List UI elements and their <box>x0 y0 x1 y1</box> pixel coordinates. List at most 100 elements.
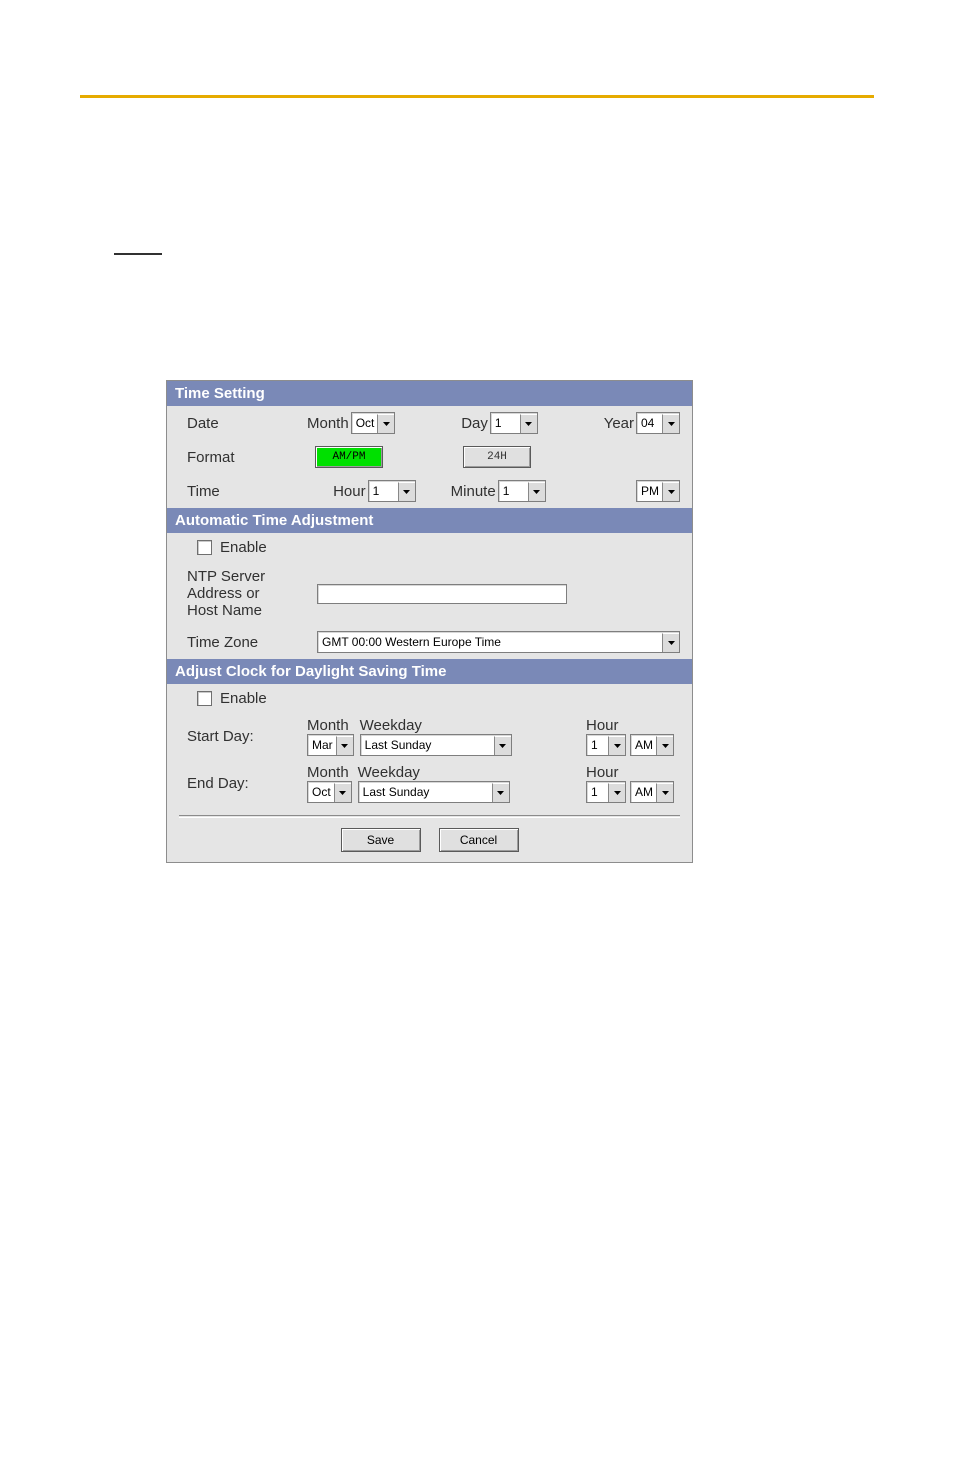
hour-label: Hour <box>333 483 366 500</box>
ntp-row: NTP Server Address or Host Name <box>167 562 692 625</box>
format-row: Format AM/PM 24H <box>167 440 692 474</box>
dst-hour-label: Hour <box>586 717 619 734</box>
ampm-select[interactable]: PM <box>636 480 680 502</box>
day-label: Day <box>461 415 488 432</box>
page: Time Setting Date Month Oct Day 1 Year 0… <box>0 0 954 1475</box>
date-label: Date <box>187 415 307 432</box>
dst-enable-checkbox[interactable] <box>197 691 212 706</box>
chevron-down-icon <box>336 736 353 755</box>
chevron-down-icon <box>494 736 511 755</box>
ntp-label: NTP Server Address or Host Name <box>187 568 317 619</box>
auto-enable-label: Enable <box>220 539 267 556</box>
dst-end-month-select[interactable]: Oct <box>307 781 352 803</box>
cancel-button[interactable]: Cancel <box>439 828 519 852</box>
format-controls: AM/PM 24H <box>307 446 692 468</box>
chevron-down-icon <box>377 414 394 433</box>
date-controls: Month Oct Day 1 Year 04 <box>307 412 692 434</box>
chevron-down-icon <box>608 736 625 755</box>
date-row: Date Month Oct Day 1 Year 04 <box>167 406 692 440</box>
dst-enable-row: Enable <box>167 684 692 713</box>
chevron-down-icon <box>492 783 509 802</box>
small-underline <box>114 253 162 255</box>
auto-enable-row: Enable <box>167 533 692 562</box>
dst-enable-label: Enable <box>220 690 267 707</box>
dst-start-weekday-group: Weekday Last Sunday <box>360 717 580 756</box>
dst-end-ampm-select[interactable]: AM <box>630 781 674 803</box>
save-button[interactable]: Save <box>341 828 421 852</box>
format-24h-button[interactable]: 24H <box>463 446 531 468</box>
timezone-label: Time Zone <box>187 634 317 651</box>
dst-start-ampm-value: AM <box>631 738 656 752</box>
chevron-down-icon <box>608 783 625 802</box>
month-label: Month <box>307 415 349 432</box>
dst-end-hour-value: 1 <box>587 785 608 799</box>
timezone-select[interactable]: GMT 00:00 Western Europe Time <box>317 631 680 653</box>
dst-start-weekday-value: Last Sunday <box>361 738 494 752</box>
dst-month-label: Month <box>307 717 349 734</box>
auto-adjust-header: Automatic Time Adjustment <box>167 508 692 533</box>
day-select[interactable]: 1 <box>490 412 538 434</box>
minute-value: 1 <box>499 484 528 498</box>
ntp-server-input[interactable] <box>317 584 567 604</box>
dst-start-ampm-select[interactable]: AM <box>630 734 674 756</box>
dst-start-month-group: Month Mar <box>307 717 354 756</box>
hour-select[interactable]: 1 <box>368 480 416 502</box>
chevron-down-icon <box>662 633 679 652</box>
dst-header: Adjust Clock for Daylight Saving Time <box>167 659 692 684</box>
dst-end-label: End Day: <box>187 775 307 792</box>
timezone-controls: GMT 00:00 Western Europe Time <box>317 631 692 653</box>
hour-value: 1 <box>369 484 398 498</box>
chevron-down-icon <box>662 414 679 433</box>
time-setting-header: Time Setting <box>167 381 692 406</box>
chevron-down-icon <box>398 482 415 501</box>
dst-end-month-group: Month Oct <box>307 764 352 803</box>
time-row: Time Hour 1 Minute 1 PM <box>167 474 692 508</box>
dst-start-weekday-select[interactable]: Last Sunday <box>360 734 512 756</box>
chevron-down-icon <box>520 414 537 433</box>
dst-end-weekday-value: Last Sunday <box>359 785 492 799</box>
dst-month-label: Month <box>307 764 349 781</box>
minute-label: Minute <box>451 483 496 500</box>
button-row: Save Cancel <box>167 818 692 862</box>
dst-end-month-value: Oct <box>308 785 334 799</box>
dst-end-row: End Day: Month Oct Weekday Last Sunday H… <box>167 760 692 807</box>
dst-start-hour-value: 1 <box>587 738 608 752</box>
chevron-down-icon <box>656 783 673 802</box>
auto-enable-checkbox[interactable] <box>197 540 212 555</box>
chevron-down-icon <box>656 736 673 755</box>
dst-end-weekday-select[interactable]: Last Sunday <box>358 781 510 803</box>
dst-start-label: Start Day: <box>187 728 307 745</box>
dst-start-month-value: Mar <box>308 738 336 752</box>
year-select[interactable]: 04 <box>636 412 680 434</box>
timezone-row: Time Zone GMT 00:00 Western Europe Time <box>167 625 692 659</box>
format-label: Format <box>187 449 307 466</box>
top-divider <box>80 95 874 98</box>
chevron-down-icon <box>528 482 545 501</box>
time-controls: Hour 1 Minute 1 PM <box>307 480 692 502</box>
dst-hour-label: Hour <box>586 764 619 781</box>
settings-panel: Time Setting Date Month Oct Day 1 Year 0… <box>166 380 693 863</box>
dst-start-hour-select[interactable]: 1 <box>586 734 626 756</box>
format-ampm-button[interactable]: AM/PM <box>315 446 383 468</box>
dst-end-hour-select[interactable]: 1 <box>586 781 626 803</box>
chevron-down-icon <box>662 482 679 501</box>
dst-weekday-label: Weekday <box>358 764 420 781</box>
timezone-value: GMT 00:00 Western Europe Time <box>318 635 662 649</box>
year-label: Year <box>604 415 634 432</box>
dst-start-month-select[interactable]: Mar <box>307 734 354 756</box>
month-select[interactable]: Oct <box>351 412 396 434</box>
ntp-controls <box>317 584 692 604</box>
dst-end-ampm-value: AM <box>631 785 656 799</box>
dst-start-row: Start Day: Month Mar Weekday Last Sunday… <box>167 713 692 760</box>
dst-end-hour-group: Hour 1 AM <box>586 764 674 803</box>
ampm-value: PM <box>637 484 662 498</box>
year-value: 04 <box>637 416 662 430</box>
dst-end-weekday-group: Weekday Last Sunday <box>358 764 580 803</box>
chevron-down-icon <box>334 783 351 802</box>
dst-start-hour-group: Hour 1 AM <box>586 717 674 756</box>
dst-weekday-label: Weekday <box>360 717 422 734</box>
minute-select[interactable]: 1 <box>498 480 546 502</box>
month-value: Oct <box>352 416 378 430</box>
day-value: 1 <box>491 416 520 430</box>
time-label: Time <box>187 483 307 500</box>
